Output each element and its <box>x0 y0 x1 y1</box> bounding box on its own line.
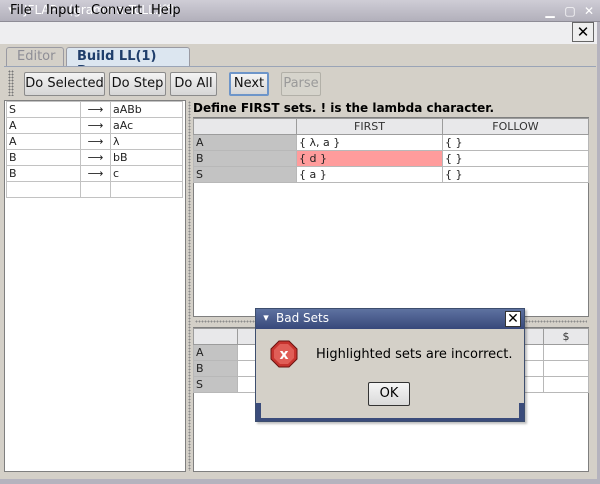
first-cell[interactable]: { λ, a } <box>296 134 443 151</box>
first-follow-table: FIRST FOLLOW A { λ, a } { } B { d } { } … <box>193 118 589 183</box>
tab-editor[interactable]: Editor <box>6 47 64 66</box>
grammar-empty-cell <box>80 181 111 198</box>
first-cell[interactable]: { a } <box>296 166 443 183</box>
table-row[interactable]: B { d } { } <box>193 150 589 167</box>
nonterminal-cell: S <box>193 166 297 183</box>
table-row[interactable]: S { a } { } <box>193 166 589 183</box>
arrow-icon: ⟶ <box>80 133 111 150</box>
menu-help[interactable]: Help <box>151 3 181 18</box>
header-empty <box>193 328 238 345</box>
table-header-row: FIRST FOLLOW <box>193 118 589 135</box>
table-row[interactable]: B ⟶ c <box>6 165 183 182</box>
follow-cell[interactable]: { } <box>442 134 589 151</box>
error-icon: x <box>270 340 298 368</box>
follow-cell[interactable]: { } <box>442 150 589 167</box>
grammar-rhs[interactable]: bB <box>110 149 183 166</box>
close-tab-icon[interactable]: ✕ <box>572 22 594 42</box>
first-follow-instruction: Define FIRST sets. ! is the lambda chara… <box>193 101 495 115</box>
dialog-close-icon[interactable]: ✕ <box>505 311 521 327</box>
arrow-icon: ⟶ <box>80 117 111 134</box>
grammar-lhs[interactable]: A <box>6 117 81 134</box>
grammar-rhs[interactable]: λ <box>110 133 183 150</box>
header-follow[interactable]: FOLLOW <box>442 118 589 135</box>
nonterminal-cell: A <box>193 134 297 151</box>
grammar-table: S ⟶ aABb A ⟶ aAc A ⟶ λ B ⟶ bB B ⟶ c <box>6 101 183 198</box>
minimize-icon[interactable]: ▁ <box>542 3 558 19</box>
next-button[interactable]: Next <box>229 72 269 96</box>
grammar-empty-cell[interactable] <box>6 181 81 198</box>
splitter-grip[interactable] <box>188 101 191 471</box>
maximize-icon[interactable]: ▢ <box>562 3 578 19</box>
grammar-lhs[interactable]: B <box>6 149 81 166</box>
table-row[interactable]: A ⟶ aAc <box>6 117 183 134</box>
grammar-lhs[interactable]: A <box>6 133 81 150</box>
window-border <box>0 479 600 484</box>
do-all-button[interactable]: Do All <box>170 72 217 96</box>
menu-file[interactable]: File <box>10 3 32 18</box>
nonterminal-cell: B <box>193 360 238 377</box>
menu-input[interactable]: Input <box>46 3 80 18</box>
parse-cell[interactable] <box>543 344 589 361</box>
dialog-title: Bad Sets <box>276 311 329 325</box>
grammar-rhs[interactable]: aAc <box>110 117 183 134</box>
table-row[interactable]: B ⟶ bB <box>6 149 183 166</box>
arrow-icon: ⟶ <box>80 165 111 182</box>
parse-cell[interactable] <box>543 376 589 393</box>
svg-text:x: x <box>279 347 288 363</box>
menu-bar <box>0 22 600 44</box>
arrow-icon: ⟶ <box>80 101 111 118</box>
grammar-empty-cell[interactable] <box>110 181 183 198</box>
header-empty <box>193 118 297 135</box>
table-row[interactable]: A ⟶ λ <box>6 133 183 150</box>
toolbar-grip[interactable] <box>8 70 14 96</box>
grammar-rhs[interactable]: c <box>110 165 183 182</box>
table-row[interactable]: A { λ, a } { } <box>193 134 589 151</box>
nonterminal-cell: B <box>193 150 297 167</box>
grammar-lhs[interactable]: S <box>6 101 81 118</box>
parse-cell[interactable] <box>543 360 589 377</box>
dialog-menu-chevron-icon[interactable]: ▾ <box>259 311 273 325</box>
menu-convert[interactable]: Convert <box>91 3 142 18</box>
grammar-lhs[interactable]: B <box>6 165 81 182</box>
parse-button[interactable]: Parse <box>281 72 321 96</box>
follow-cell[interactable]: { } <box>442 166 589 183</box>
tab-build-ll1-parse[interactable]: Build LL(1) Parse <box>66 47 190 79</box>
do-step-button[interactable]: Do Step <box>109 72 166 96</box>
dialog-border <box>256 418 524 421</box>
arrow-icon: ⟶ <box>80 149 111 166</box>
first-cell-incorrect[interactable]: { d } <box>296 150 443 167</box>
grammar-rhs[interactable]: aABb <box>110 101 183 118</box>
table-row[interactable]: S ⟶ aABb <box>6 101 183 118</box>
header-dollar[interactable]: $ <box>543 328 589 345</box>
ok-button[interactable]: OK <box>368 382 410 406</box>
table-row[interactable] <box>6 181 183 198</box>
dialog-message: Highlighted sets are incorrect. <box>316 347 513 362</box>
header-first[interactable]: FIRST <box>296 118 443 135</box>
nonterminal-cell: S <box>193 376 238 393</box>
nonterminal-cell: A <box>193 344 238 361</box>
window-close-icon[interactable]: ✕ <box>581 3 597 19</box>
do-selected-button[interactable]: Do Selected <box>24 72 105 96</box>
